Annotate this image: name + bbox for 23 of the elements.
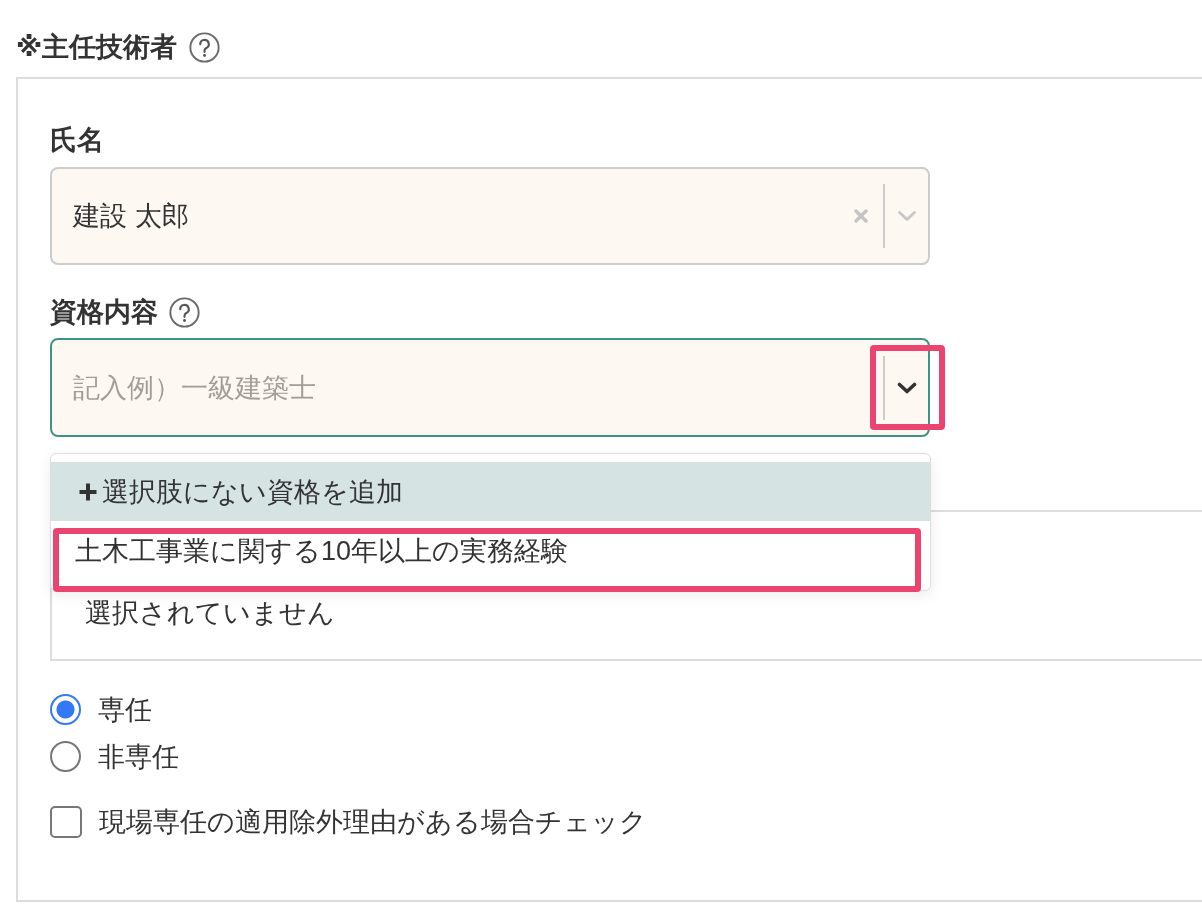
close-icon [854,209,868,223]
plus-icon [78,481,98,502]
chevron-down-icon [896,381,917,394]
menu-option[interactable]: 選択肢にない資格を追加 [51,462,930,521]
menu-option[interactable]: 土木工事業に関する10年以上の実務経験 [51,521,930,580]
section-title: ※主任技術者 [16,31,178,64]
option-label: 土木工事業に関する10年以上の実務経験 [75,534,569,568]
radio-button[interactable] [50,741,81,772]
radio-label[interactable]: 専任 [98,692,152,727]
radio-label[interactable]: 非専任 [98,739,179,774]
help-icon[interactable] [189,31,221,63]
help-icon[interactable] [169,296,200,328]
option-label: 選択肢にない資格を追加 [102,475,403,509]
select-field[interactable]: 記入例）一級建築士 [50,338,930,437]
radio-button[interactable] [50,694,81,725]
selected-value: 建設 太郎 [73,200,189,233]
search-input[interactable]: 記入例）一級建築士 [73,370,883,405]
checkbox[interactable] [50,805,82,838]
checkbox-label[interactable]: 現場専任の適用除外理由がある場合チェック [99,804,647,839]
chevron-down-icon [896,210,917,222]
field-label: 資格内容 [50,297,158,327]
empty-selection-text: 選択されていません [85,597,335,630]
field-label: 氏名 [50,125,104,155]
